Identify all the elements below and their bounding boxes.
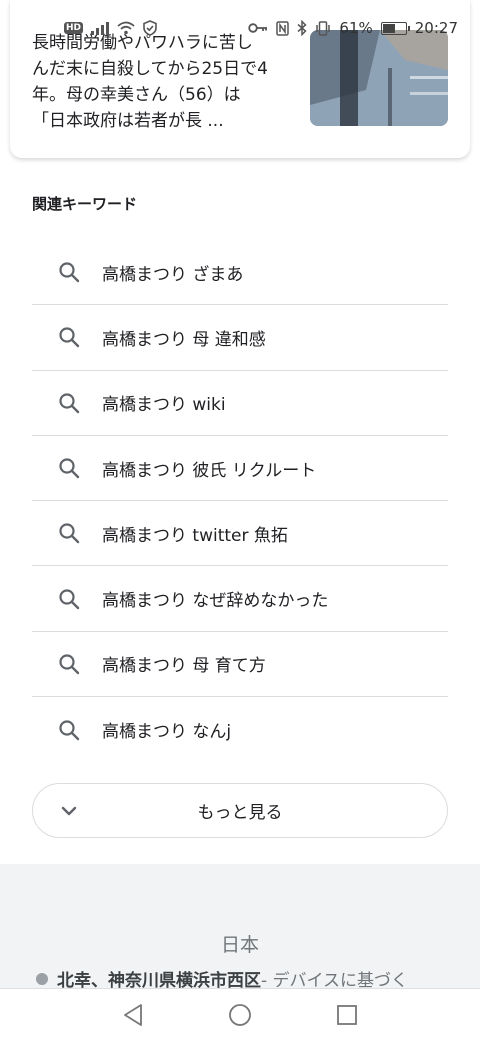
footer: 日本 北幸、神奈川県横浜市西区 - デバイスに基づく	[0, 864, 480, 988]
related-keyword-item[interactable]: 高橋まつり なぜ辞めなかった	[32, 566, 448, 632]
search-icon	[32, 392, 102, 414]
related-keyword-item[interactable]: 高橋まつり wiki	[32, 371, 448, 436]
related-keyword-item[interactable]: 高橋まつり 母 育て方	[32, 632, 448, 698]
search-icon	[32, 588, 102, 610]
vibrate-icon	[316, 20, 331, 36]
key-icon	[248, 23, 268, 33]
related-keyword-item[interactable]: 高橋まつり なんj	[32, 697, 448, 762]
signal-icon	[91, 21, 110, 35]
nfc-icon	[276, 20, 290, 36]
related-keyword-label: 高橋まつり ざまあ	[102, 264, 244, 285]
related-keywords-list: 高橋まつり ざまあ 高橋まつり 母 違和感 高橋まつり wiki 高橋まつり 彼…	[32, 240, 448, 762]
show-more-label: もっと見る	[197, 803, 283, 823]
home-circle-icon	[229, 1003, 251, 1026]
search-icon	[32, 522, 102, 544]
show-more-button[interactable]: もっと見る	[32, 783, 448, 838]
location-source: - デバイスに基づく	[261, 971, 409, 988]
footer-country: 日本	[220, 934, 259, 956]
related-keyword-label: 高橋まつり 母 違和感	[102, 329, 266, 350]
footer-location[interactable]: 北幸、神奈川県横浜市西区 - デバイスに基づく	[36, 966, 408, 988]
location-dot-icon	[36, 972, 48, 985]
related-keyword-label: 高橋まつり 彼氏 リクルート	[102, 460, 317, 481]
vpn-shield-icon	[143, 20, 157, 36]
status-left: HD	[64, 20, 157, 36]
status-bar: HD 61% 20:27	[0, 0, 480, 56]
hd-badge: HD	[64, 22, 84, 34]
back-triangle-icon	[124, 1003, 143, 1026]
related-keyword-item[interactable]: 高橋まつり twitter 魚拓	[32, 501, 448, 567]
nav-back-button[interactable]	[113, 995, 153, 1035]
nav-recents-button[interactable]	[327, 995, 367, 1035]
search-icon	[32, 261, 102, 283]
related-keyword-label: 高橋まつり なんj	[102, 722, 232, 743]
location-name: 北幸、神奈川県横浜市西区	[57, 971, 261, 988]
search-icon	[32, 719, 102, 741]
related-keyword-label: 高橋まつり なぜ辞めなかった	[102, 591, 329, 612]
search-icon	[32, 653, 102, 675]
related-keyword-label: 高橋まつり 母 育て方	[102, 656, 266, 677]
battery-icon	[380, 21, 410, 35]
battery-percent: 61%	[339, 19, 373, 37]
nav-home-button[interactable]	[220, 995, 260, 1035]
chevron-down-icon	[61, 806, 77, 816]
search-icon	[32, 326, 102, 348]
search-icon	[32, 457, 102, 479]
related-keywords-heading: 関連キーワード	[32, 195, 138, 213]
navigation-bar	[0, 988, 480, 1040]
related-keyword-item[interactable]: 高橋まつり 彼氏 リクルート	[32, 436, 448, 502]
related-keyword-item[interactable]: 高橋まつり 母 違和感	[32, 305, 448, 371]
related-keyword-item[interactable]: 高橋まつり ざまあ	[32, 240, 448, 306]
status-right: 61% 20:27	[248, 19, 458, 37]
clock: 20:27	[414, 19, 458, 37]
bluetooth-icon	[297, 20, 308, 36]
related-keyword-label: 高橋まつり wiki	[102, 395, 226, 416]
recents-square-icon	[336, 1004, 357, 1025]
related-keyword-label: 高橋まつり twitter 魚拓	[102, 525, 288, 546]
wifi-icon	[117, 21, 135, 35]
